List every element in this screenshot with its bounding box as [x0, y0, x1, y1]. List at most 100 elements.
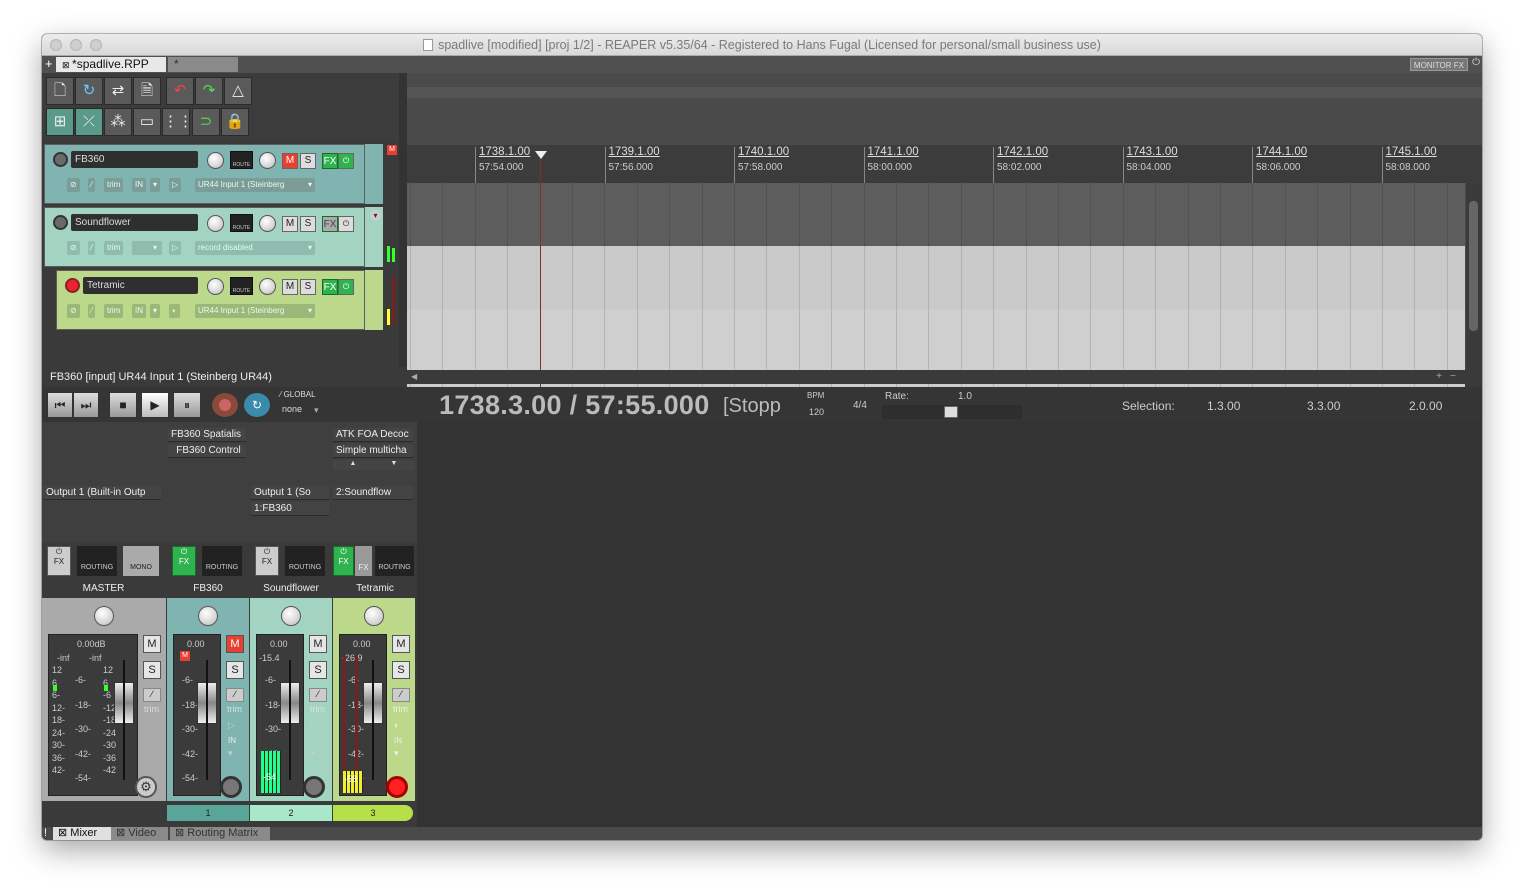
rec-mode-icon[interactable]: ▷: [311, 720, 318, 731]
pan-knob[interactable]: [259, 215, 276, 232]
bpm-value[interactable]: 120: [809, 407, 824, 417]
monitor-dropdown-icon[interactable]: ▾: [311, 748, 316, 759]
track-soundflower[interactable]: Soundflower ROUTE M S FX ⏻ ⊘ ⁄ trim ▾ ▷ …: [44, 207, 365, 267]
track-name[interactable]: Tetramic: [83, 277, 198, 294]
fx-button[interactable]: FX: [322, 279, 338, 295]
strip-name[interactable]: FB360: [167, 580, 249, 598]
rec-mode-icon[interactable]: ▷: [169, 241, 182, 255]
route-button[interactable]: ROUTE: [230, 214, 253, 232]
fb360-fx-button[interactable]: ⏻ FX: [172, 546, 196, 576]
loop-icon[interactable]: ⊃: [192, 108, 220, 136]
scroll-left-icon[interactable]: ◀: [411, 372, 417, 381]
zoom-out-icon[interactable]: −: [1450, 371, 1456, 382]
ruler-measure-label[interactable]: 1738.1.00: [479, 146, 530, 158]
fx-button[interactable]: FX: [322, 216, 338, 232]
fx-slot[interactable]: ATK FOA Decoc: [333, 428, 413, 442]
close-tab-icon[interactable]: ⊠: [175, 827, 187, 839]
save-project-icon[interactable]: ⇄: [104, 77, 132, 105]
solo-button[interactable]: S: [309, 661, 327, 679]
record-arm-button[interactable]: [65, 278, 80, 293]
automation-mode[interactable]: none: [282, 404, 302, 414]
scrollbar-thumb[interactable]: [1469, 201, 1478, 331]
time-display[interactable]: 1738.3.00 / 57:55.000: [439, 390, 710, 421]
monitor-dropdown-icon[interactable]: ▾: [150, 241, 161, 255]
new-project-icon[interactable]: 🗋: [46, 77, 74, 105]
trim-label[interactable]: trim: [104, 178, 124, 192]
track-fb360[interactable]: FB360 ROUTE M S FX ⏻ ⊘ ⁄ trim IN ▾ ▷ UR4…: [44, 144, 365, 204]
tab-unsaved[interactable]: *[Unsaved]: [168, 57, 238, 86]
close-tab-icon[interactable]: ⊠: [116, 827, 128, 839]
input-monitor-label[interactable]: IN: [228, 736, 236, 745]
go-to-start-icon[interactable]: ⏮: [47, 392, 73, 418]
fx-slot[interactable]: FB360 Control: [168, 444, 246, 458]
timeline-ruler[interactable]: 1738.1.00 57:54.000 1739.1.00 57:56.000 1740…: [407, 145, 1482, 183]
close-tab-icon[interactable]: ⊠: [58, 827, 70, 839]
fx-in-button[interactable]: FX: [355, 546, 372, 576]
solo-button[interactable]: S: [392, 661, 410, 679]
ruler-measure-label[interactable]: 1743.1.00: [1127, 146, 1178, 158]
mute-button[interactable]: M: [282, 216, 298, 232]
strip-name[interactable]: Tetramic: [333, 580, 417, 598]
record-arm-button[interactable]: [386, 776, 408, 798]
input-monitor-label[interactable]: IN: [132, 178, 146, 192]
strip-name[interactable]: Soundflower: [250, 580, 332, 598]
soundflower-routing-button[interactable]: ROUTING: [285, 546, 325, 576]
input-select[interactable]: UR44 Input 1 (Steinberg: [195, 178, 314, 192]
mono-button[interactable]: MONO: [123, 546, 159, 576]
record-button[interactable]: [211, 392, 239, 418]
solo-button[interactable]: S: [300, 153, 316, 169]
input-dropdown-icon[interactable]: ▾: [305, 241, 316, 255]
envelope-icon[interactable]: ⁄: [88, 304, 96, 318]
envelope-icon[interactable]: ⁄: [88, 241, 96, 255]
rec-mode-icon[interactable]: ◐: [394, 720, 399, 730]
ruler-measure-label[interactable]: 1742.1.00: [997, 146, 1048, 158]
rec-mode-icon[interactable]: ▷: [228, 720, 235, 731]
monitor-dropdown-icon[interactable]: ▾: [150, 304, 161, 318]
track-name[interactable]: FB360: [71, 151, 198, 168]
envelope-icon[interactable]: ⁄: [88, 178, 96, 192]
solo-button[interactable]: S: [143, 661, 161, 679]
fx-button[interactable]: FX: [322, 153, 338, 169]
ruler-measure-label[interactable]: 1744.1.00: [1256, 146, 1307, 158]
tab-routing-matrix[interactable]: ⊠ Routing Matrix: [170, 827, 270, 840]
lane-tetramic[interactable]: [407, 309, 1465, 372]
ripple-icon[interactable]: ⤫: [75, 108, 103, 136]
monitor-fx-button[interactable]: MONITOR FX: [1409, 58, 1468, 71]
automation-dropdown-icon[interactable]: ▾: [314, 405, 319, 416]
envelope-lock-icon[interactable]: ▭: [133, 108, 161, 136]
rec-mode-icon[interactable]: ▷: [169, 178, 182, 192]
record-arm-button[interactable]: [53, 152, 68, 167]
mute-button[interactable]: M: [282, 153, 298, 169]
go-to-end-icon[interactable]: ⏭: [73, 392, 99, 418]
repeat-button[interactable]: ↻: [243, 392, 271, 418]
stop-button[interactable]: ■: [109, 392, 137, 418]
input-dropdown-icon[interactable]: ▾: [305, 304, 316, 318]
mute-button[interactable]: M: [282, 279, 298, 295]
route-button[interactable]: ROUTE: [230, 277, 253, 295]
input-monitor-label[interactable]: IN: [394, 736, 402, 745]
trim-label[interactable]: trim: [393, 704, 408, 714]
open-project-icon[interactable]: ↻: [75, 77, 103, 105]
pan-knob[interactable]: [259, 278, 276, 295]
envelope-icon[interactable]: ⁄: [226, 688, 244, 702]
snap-icon[interactable]: ⋮⋮: [162, 108, 193, 136]
soundflower-fx-button[interactable]: ⏻ FX: [255, 546, 279, 576]
mute-button[interactable]: M: [392, 635, 410, 653]
track-name[interactable]: Soundflower: [71, 214, 198, 231]
record-arm-button[interactable]: [220, 776, 242, 798]
selection-end[interactable]: 3.3.00: [1307, 399, 1340, 413]
monitor-dropdown-icon[interactable]: ▾: [394, 748, 399, 759]
close-tab-icon[interactable]: ⊠: [62, 60, 72, 70]
item-grouping-icon[interactable]: ⁂: [104, 108, 132, 136]
mute-button[interactable]: M: [309, 635, 327, 653]
ruler-measure-label[interactable]: 1739.1.00: [609, 146, 660, 158]
zoom-in-icon[interactable]: +: [1436, 371, 1442, 382]
fx-scroll-down-icon[interactable]: ▼: [374, 460, 414, 470]
envelope-icon[interactable]: ⁄: [392, 688, 410, 702]
strip-name[interactable]: MASTER: [42, 580, 165, 598]
lock-icon[interactable]: 🔒: [221, 108, 249, 136]
rate-slider[interactable]: [882, 405, 1022, 419]
volume-knob[interactable]: [207, 152, 224, 169]
rec-mode-icon[interactable]: ◐: [169, 304, 180, 318]
send-slot[interactable]: 2:Soundflow: [333, 486, 413, 500]
